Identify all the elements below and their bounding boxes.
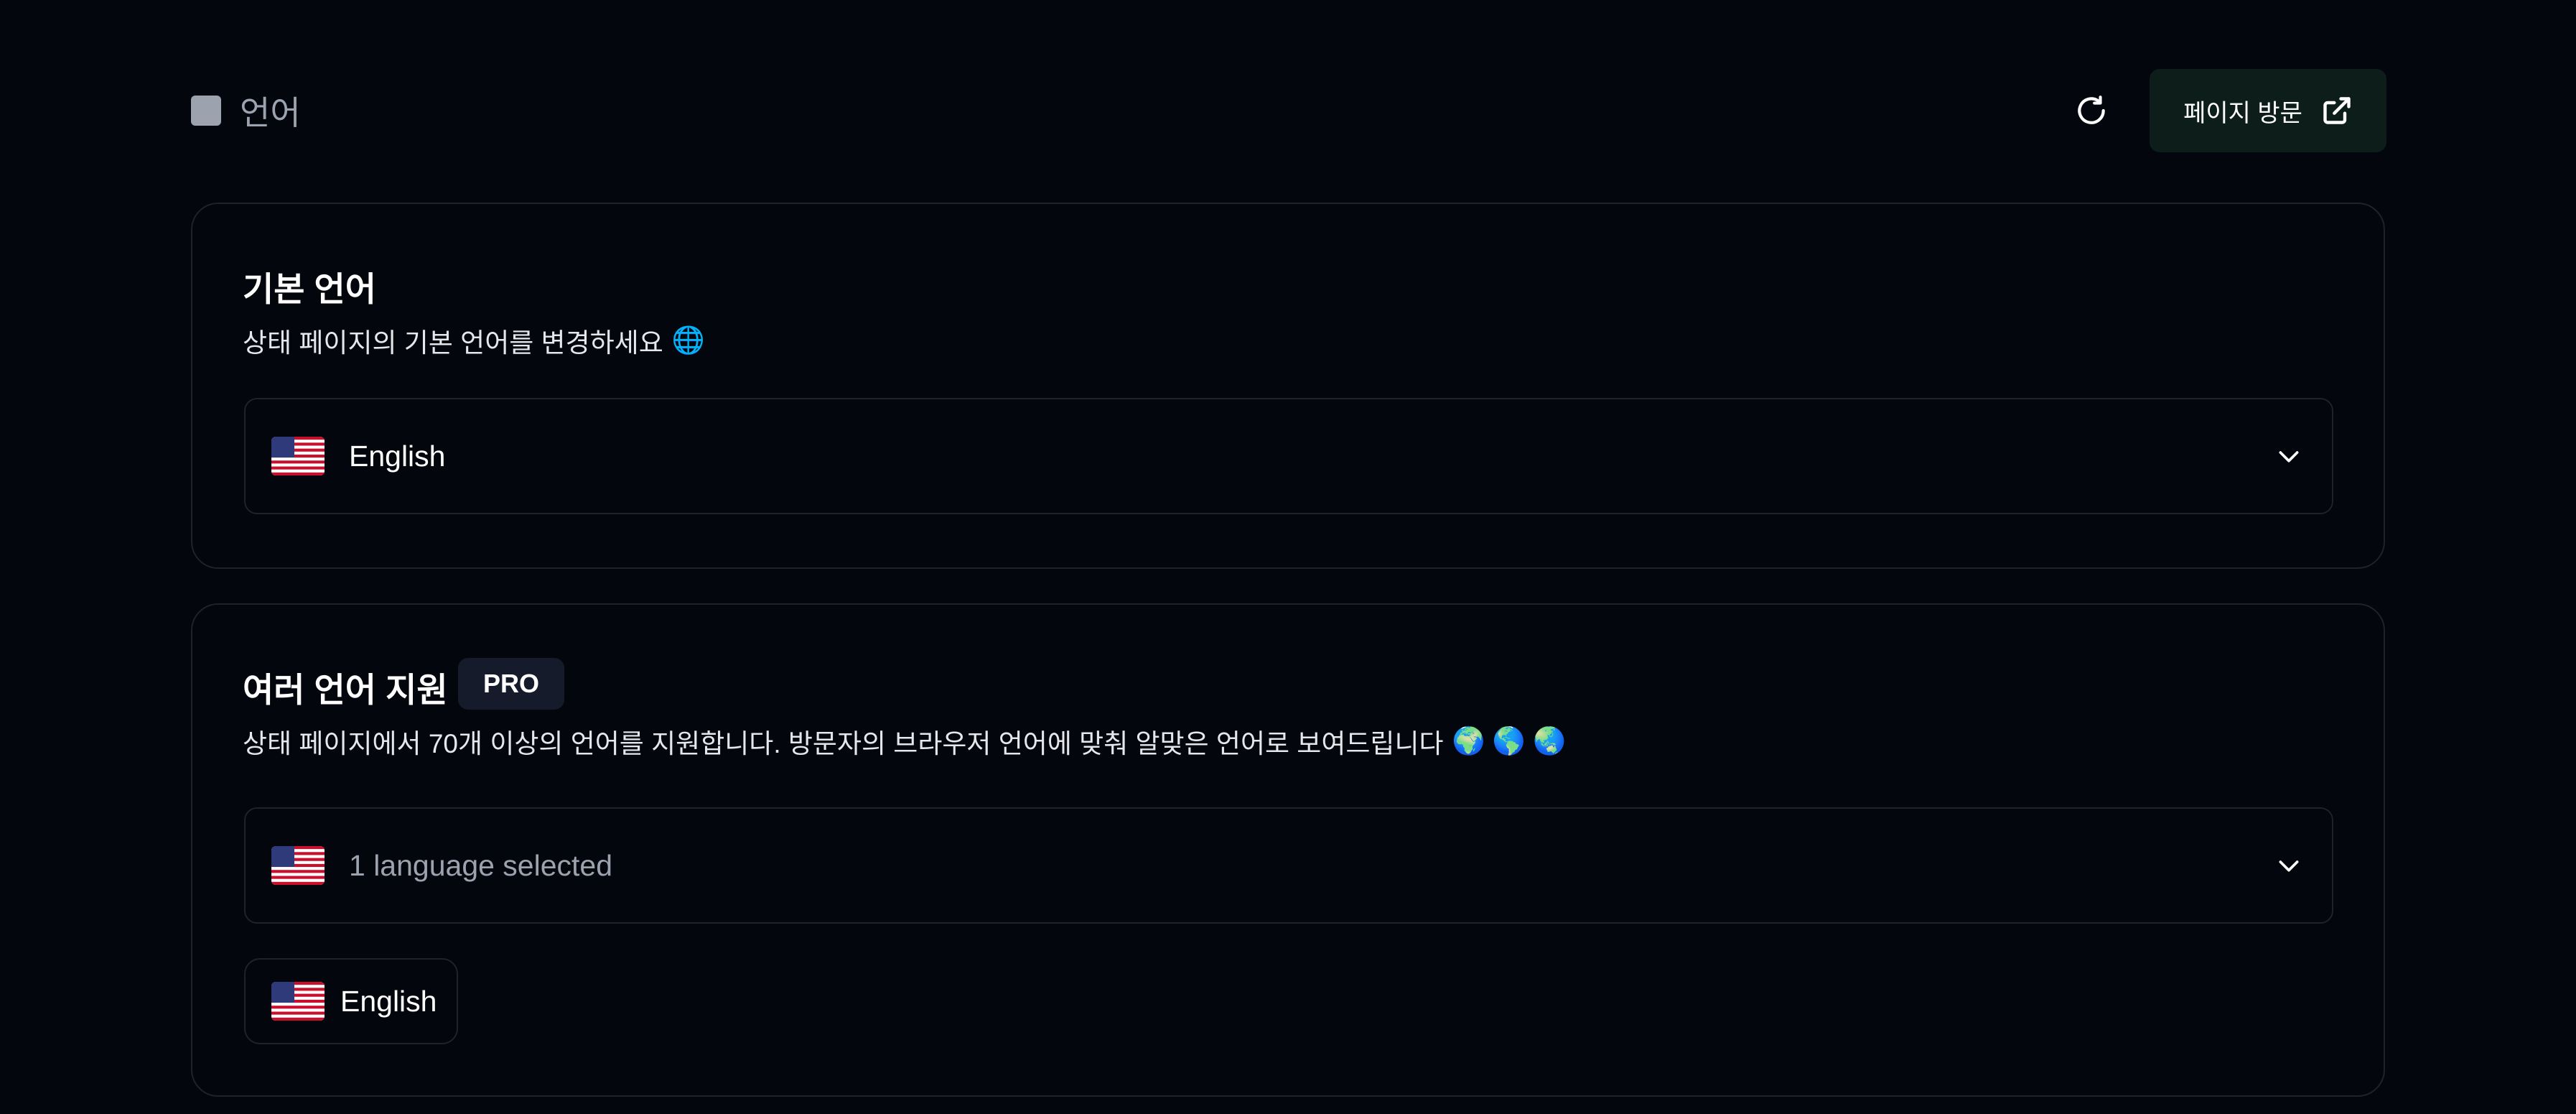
refresh-button[interactable] xyxy=(2070,89,2113,132)
page-title: 언어 xyxy=(240,94,301,131)
refresh-icon xyxy=(2078,96,2105,124)
us-flag-icon xyxy=(271,437,325,475)
earth-globes-icon: 🌍 🌎 🌏 xyxy=(1452,725,1567,756)
chevron-down-icon xyxy=(2279,860,2299,872)
square-icon xyxy=(191,96,221,126)
multi-language-select[interactable]: 1 language selected xyxy=(244,807,2333,924)
multi-language-card: 여러 언어 지원 PRO 상태 페이지에서 70개 이상의 언어를 지원합니다.… xyxy=(191,603,2385,1097)
external-link-icon xyxy=(2323,97,2351,124)
chevron-down-icon xyxy=(2279,451,2299,463)
us-flag-icon xyxy=(271,846,325,885)
default-language-title: 기본 언어 xyxy=(243,270,377,308)
default-language-description: 상태 페이지의 기본 언어를 변경하세요 🌐 xyxy=(243,321,705,360)
multi-language-description: 상태 페이지에서 70개 이상의 언어를 지원합니다. 방문자의 브라우저 언어… xyxy=(243,722,1566,761)
visit-page-button[interactable]: 페이지 방문 xyxy=(2150,69,2386,152)
default-language-description-text: 상태 페이지의 기본 언어를 변경하세요 xyxy=(243,328,663,358)
multi-language-description-text: 상태 페이지에서 70개 이상의 언어를 지원합니다. 방문자의 브라우저 언어… xyxy=(243,729,1444,758)
page-header: 언어 페이지 방문 xyxy=(191,69,2386,152)
language-chip-english[interactable]: English xyxy=(244,958,458,1044)
multi-language-select-value: 1 language selected xyxy=(349,848,613,882)
globe-icon: 🌐 xyxy=(671,325,705,355)
pro-badge: PRO xyxy=(458,658,564,710)
multi-language-title: 여러 언어 지원 xyxy=(243,671,448,709)
default-language-select[interactable]: English xyxy=(244,398,2333,514)
visit-page-label: 페이지 방문 xyxy=(2183,99,2302,127)
language-chip-label: English xyxy=(340,984,437,1018)
page-heading: 언어 xyxy=(191,69,301,152)
default-language-card: 기본 언어 상태 페이지의 기본 언어를 변경하세요 🌐 English xyxy=(191,203,2385,569)
default-language-value: English xyxy=(349,439,446,473)
us-flag-icon xyxy=(271,982,325,1021)
